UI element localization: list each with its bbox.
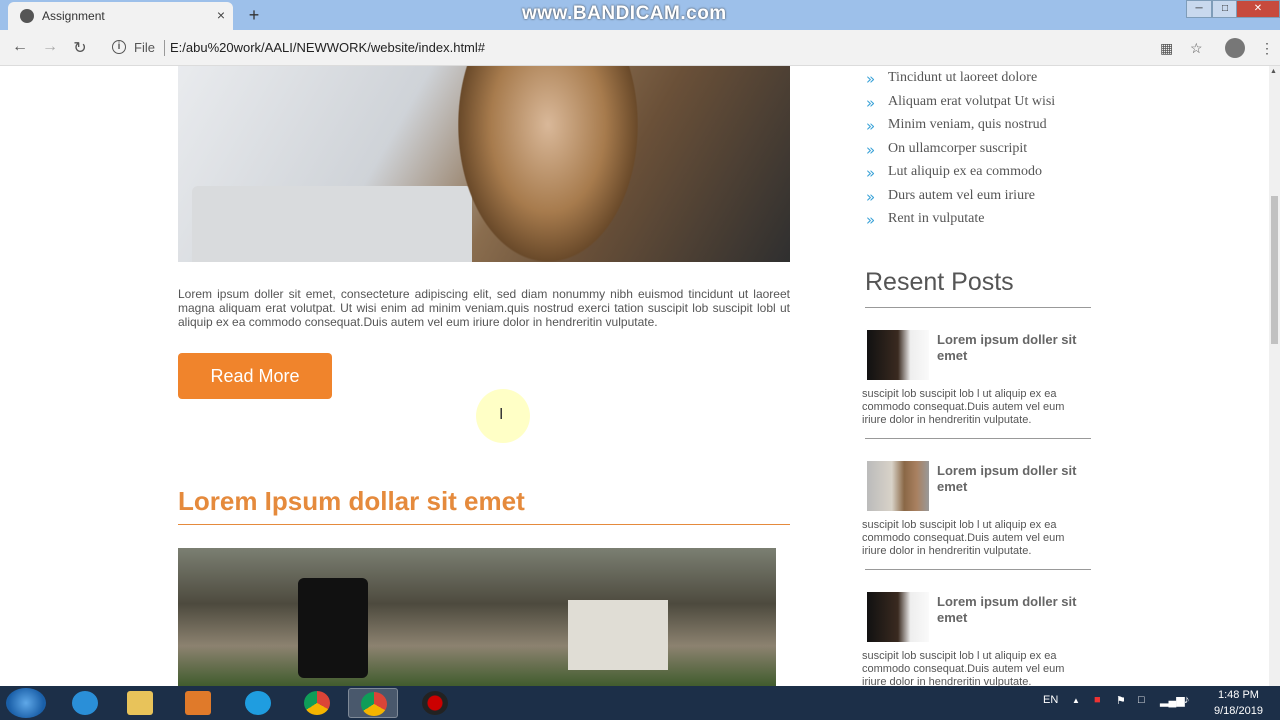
post-thumbnail[interactable]: [867, 592, 929, 642]
post-excerpt: suscipit lob suscipit lob l ut aliquip e…: [862, 388, 1065, 426]
internet-explorer-icon: [72, 691, 98, 715]
list-item[interactable]: » Tincidunt ut laoreet dolore: [866, 70, 1055, 94]
tablet-shape: [298, 578, 368, 678]
chevron-right-icon: »: [866, 187, 876, 206]
list-item[interactable]: » Aliquam erat volutpat Ut wisi: [866, 94, 1055, 118]
tray-expand-icon[interactable]: ▲: [1072, 696, 1080, 705]
taskbar-app-ie[interactable]: [60, 688, 110, 718]
folder-icon: [127, 691, 153, 715]
article-paragraph: Lorem ipsum doller sit emet, consectetur…: [178, 287, 790, 329]
book-shape: [568, 600, 668, 670]
clock-time[interactable]: 1:48 PM: [1218, 689, 1259, 701]
network-icon[interactable]: ▂▄▆: [1160, 694, 1185, 707]
clock-date[interactable]: 9/18/2019: [1214, 705, 1263, 717]
address-bar[interactable]: i File E:/abu%20work/AALI/NEWWORK/websit…: [104, 34, 1214, 62]
url-scheme: File: [134, 40, 155, 55]
post-title[interactable]: Lorem ipsum doller sit emet: [937, 594, 1092, 626]
globe-icon: [20, 9, 34, 23]
divider: [865, 307, 1091, 308]
tab-title: Assignment: [42, 9, 105, 23]
reload-icon[interactable]: ↻: [70, 38, 90, 58]
flag-icon[interactable]: ⚑: [1116, 694, 1126, 707]
article-image-students: [178, 548, 776, 686]
chevron-right-icon: »: [866, 164, 876, 182]
tab-assignment[interactable]: Assignment ×: [8, 2, 233, 30]
browser-toolbar: ← → ↻ i File E:/abu%20work/AALI/NEWWORK/…: [0, 30, 1280, 66]
taskbar-app-explorer[interactable]: [115, 688, 165, 718]
url-text[interactable]: E:/abu%20work/AALI/NEWWORK/website/index…: [170, 40, 485, 55]
post-title[interactable]: Lorem ipsum doller sit emet: [937, 463, 1092, 495]
volume-icon[interactable]: ♪: [1184, 694, 1190, 706]
vertical-scrollbar[interactable]: ▲: [1269, 66, 1280, 686]
chevron-right-icon: »: [866, 140, 876, 159]
text-cursor-icon: I: [499, 406, 504, 423]
divider: [865, 569, 1091, 570]
windows-start-icon[interactable]: [6, 688, 46, 718]
profile-avatar[interactable]: [1225, 38, 1245, 58]
chevron-right-icon: »: [866, 93, 876, 112]
language-indicator[interactable]: EN: [1043, 694, 1058, 706]
divider: [164, 40, 165, 56]
scrollbar-thumb[interactable]: [1271, 196, 1278, 344]
sidebar-link-list: » Tincidunt ut laoreet dolore » Aliquam er…: [866, 70, 1055, 235]
read-more-button[interactable]: Read More: [178, 353, 332, 399]
person-shape: [458, 66, 638, 262]
back-arrow-icon[interactable]: ←: [10, 38, 30, 56]
chrome-icon: [304, 691, 330, 715]
device-icon[interactable]: □: [1138, 694, 1145, 706]
article-image-woman-laptop: [178, 66, 790, 262]
taskbar-app-bandicam[interactable]: [410, 688, 460, 718]
taskbar-app-media[interactable]: [173, 688, 223, 718]
os-taskbar: EN ▲ ■ ⚑ □ ▂▄▆ ♪ 1:48 PM 9/18/2019: [0, 686, 1280, 720]
tab-strip: Assignment × + www.BANDICAM.com ─ □ ✕: [0, 0, 1280, 30]
post-title[interactable]: Lorem ipsum doller sit emet: [937, 332, 1092, 364]
maximize-button[interactable]: □: [1212, 0, 1238, 18]
list-item[interactable]: » Rent in vulputate: [866, 211, 1055, 235]
bookmark-star-icon[interactable]: ☆: [1190, 40, 1203, 57]
list-item[interactable]: » Minim veniam, quis nostrud: [866, 117, 1055, 141]
heading-underline: [178, 524, 790, 525]
recent-posts-title: Resent Posts: [865, 268, 1014, 296]
chevron-right-icon: »: [866, 117, 876, 135]
bandicam-watermark: www.BANDICAM.com: [522, 3, 727, 24]
post-excerpt: suscipit lob suscipit lob l ut aliquip e…: [862, 650, 1065, 686]
list-item[interactable]: » On ullamcorper suscripit: [866, 141, 1055, 165]
chevron-right-icon: »: [866, 211, 876, 229]
new-tab-button[interactable]: +: [242, 5, 266, 25]
chrome-icon: [361, 692, 387, 716]
article-heading[interactable]: Lorem Ipsum dollar sit emet: [178, 486, 525, 517]
divider: [865, 438, 1091, 439]
laptop-shape: [192, 186, 472, 262]
taskbar-app-chrome[interactable]: [292, 688, 342, 718]
taskbar-app-skype[interactable]: [233, 688, 283, 718]
page-viewport: Lorem ipsum doller sit emet, consectetur…: [0, 66, 1280, 686]
antivirus-icon[interactable]: ■: [1094, 694, 1101, 706]
list-item[interactable]: » Durs autem vel eum iriure: [866, 188, 1055, 212]
post-excerpt: suscipit lob suscipit lob l ut aliquip e…: [862, 519, 1065, 557]
info-icon[interactable]: i: [112, 40, 126, 54]
post-thumbnail[interactable]: [867, 461, 929, 511]
chevron-right-icon: »: [866, 70, 876, 88]
scroll-up-icon[interactable]: ▲: [1270, 68, 1277, 75]
translate-icon[interactable]: ▦: [1160, 40, 1173, 57]
window-close-button[interactable]: ✕: [1236, 0, 1280, 18]
minimize-button[interactable]: ─: [1186, 0, 1212, 18]
skype-icon: [245, 691, 271, 715]
media-player-icon: [185, 691, 211, 715]
forward-arrow-icon[interactable]: →: [40, 38, 60, 56]
menu-dots-icon[interactable]: ⋮: [1260, 40, 1274, 57]
taskbar-app-chrome-active[interactable]: [348, 688, 398, 718]
record-icon: [422, 691, 448, 715]
close-icon[interactable]: ×: [217, 7, 225, 23]
list-item[interactable]: » Lut aliquip ex ea commodo: [866, 164, 1055, 188]
post-thumbnail[interactable]: [867, 330, 929, 380]
